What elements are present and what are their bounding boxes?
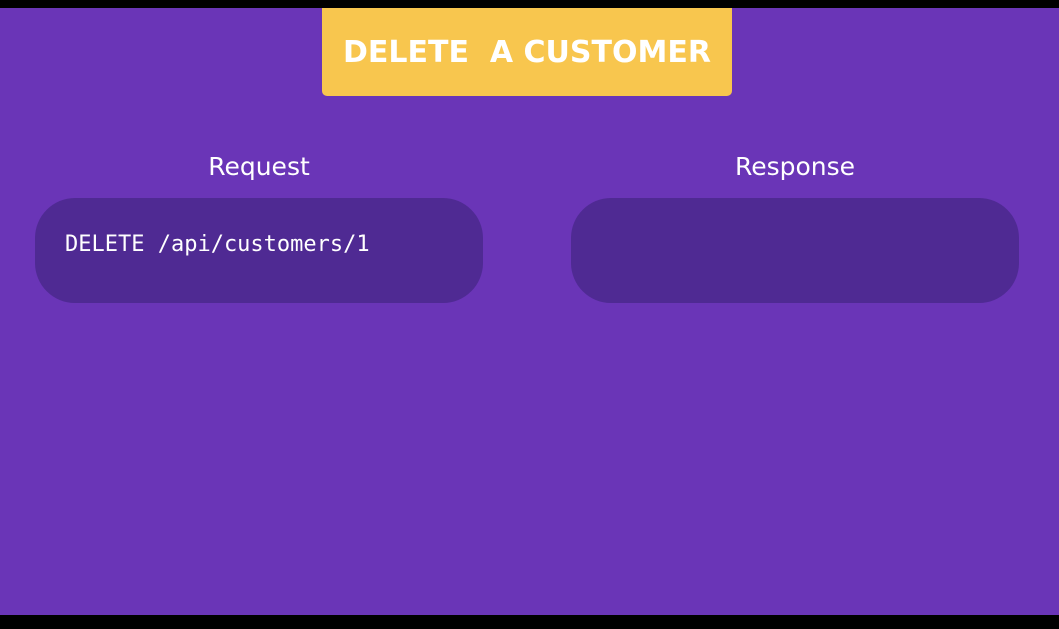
slide-canvas: DELETE A CUSTOMER Request Response DELET… — [0, 8, 1059, 615]
request-code: DELETE /api/customers/1 — [65, 232, 370, 257]
request-heading: Request — [208, 152, 310, 181]
response-heading: Response — [734, 152, 856, 181]
slide-title: DELETE A CUSTOMER — [343, 34, 711, 70]
request-box: DELETE /api/customers/1 — [35, 198, 483, 303]
response-box — [571, 198, 1019, 303]
title-banner: DELETE A CUSTOMER — [322, 8, 732, 96]
